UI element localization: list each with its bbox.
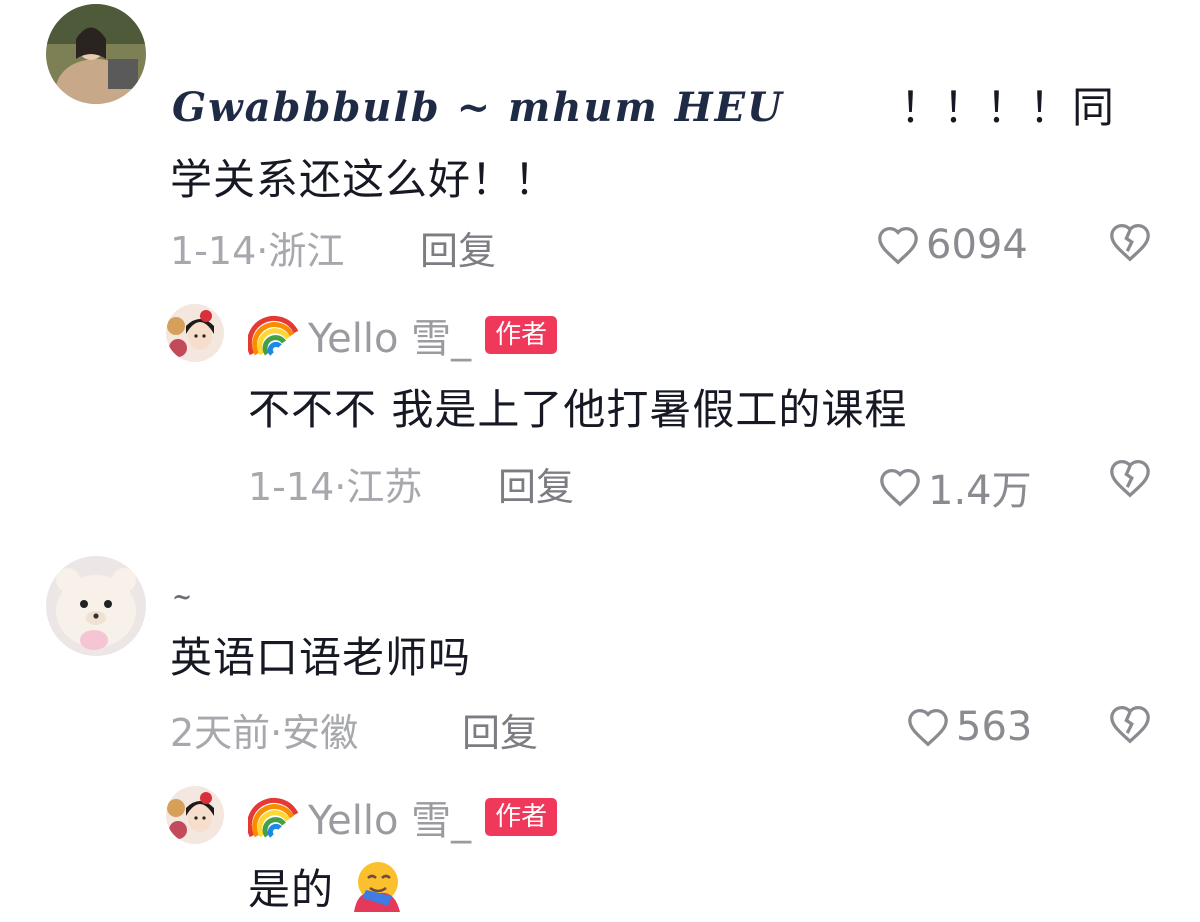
reply-username[interactable]: Yello 雪_ [308, 788, 471, 846]
broken-heart-icon[interactable] [1108, 704, 1152, 744]
rainbow-emoji [248, 315, 299, 356]
like-button[interactable]: 6094 [876, 222, 1028, 268]
reply-header: Yello 雪_ 作者 [248, 306, 558, 364]
reply-text: 是的 [248, 865, 335, 914]
avatar[interactable] [46, 556, 146, 656]
reply-button[interactable]: 回复 [462, 702, 538, 757]
like-count: 563 [956, 704, 1033, 750]
comment-date-location: 1-14·浙江 [170, 229, 345, 273]
comment-text-line2: 学关系还这么好！！ [170, 155, 558, 204]
username[interactable]: ~ [172, 582, 192, 611]
author-badge: 作者 [485, 798, 558, 836]
username[interactable]: Gwabbbulb ~ mhum HEU [172, 84, 784, 131]
heart-outline-icon [878, 226, 918, 265]
avatar[interactable] [46, 4, 146, 104]
like-count: 1.4万 [928, 468, 1032, 514]
reply-avatar[interactable] [166, 786, 224, 844]
reply-date-location: 1-14·江苏 [248, 465, 423, 509]
reply-button[interactable]: 回复 [498, 456, 574, 511]
comment-date-location: 2天前·安徽 [170, 711, 359, 755]
like-button[interactable]: 563 [906, 704, 1032, 750]
reply-text: 不不不 我是上了他打暑假工的课程 [248, 385, 908, 434]
rainbow-emoji [248, 797, 299, 838]
reply-button[interactable]: 回复 [420, 220, 496, 275]
reply-header: Yello 雪_ 作者 [248, 788, 558, 846]
heart-outline-icon [908, 708, 948, 747]
hugging-face-emoji [354, 862, 401, 912]
reply-avatar[interactable] [166, 304, 224, 362]
like-count: 6094 [926, 222, 1028, 268]
broken-heart-icon[interactable] [1108, 222, 1152, 262]
broken-heart-icon[interactable] [1108, 458, 1152, 498]
heart-outline-icon [880, 468, 920, 507]
comment-text: 英语口语老师吗 [170, 633, 472, 682]
author-badge: 作者 [485, 316, 558, 354]
like-button[interactable]: 1.4万 [878, 458, 1032, 516]
reply-username[interactable]: Yello 雪_ [308, 306, 471, 364]
comment-text-line1: ！！！！同 [900, 83, 1116, 132]
reply-text-row: 是的 [248, 858, 404, 922]
